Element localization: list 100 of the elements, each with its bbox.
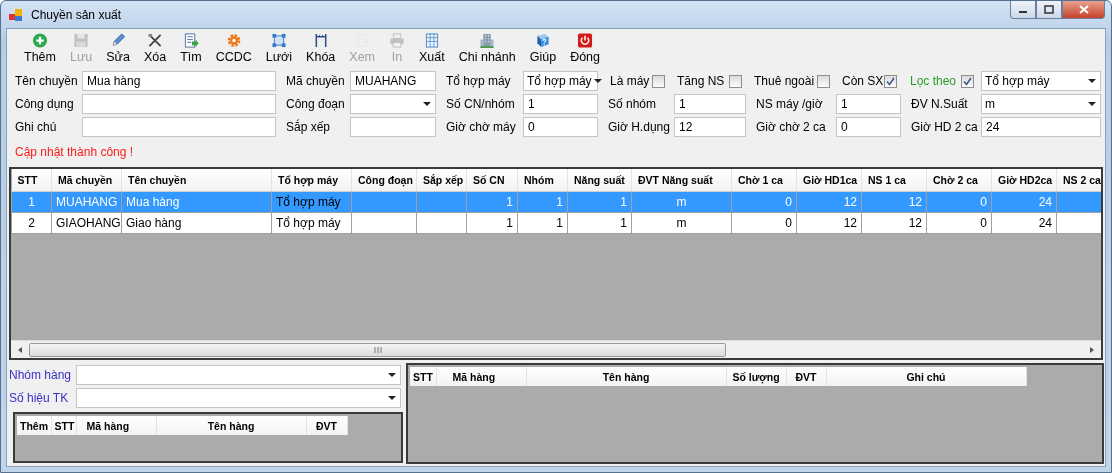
column-header[interactable]: Mã hàng: [76, 416, 156, 435]
dropdown[interactable]: m: [981, 94, 1101, 114]
checkbox[interactable]: [817, 74, 830, 88]
field-label: Giờ HD 2 ca: [910, 120, 979, 134]
table-cell: 12: [908, 216, 922, 230]
column-header[interactable]: Số lượng: [726, 367, 786, 386]
table-cell: Tổ hợp máy: [276, 216, 341, 230]
toolbar-button[interactable]: CCDC: [208, 33, 259, 67]
table-cell: m: [676, 216, 687, 230]
column-header[interactable]: ĐVT: [786, 367, 826, 386]
text-field[interactable]: Mua hàng: [82, 71, 276, 91]
column-header[interactable]: Giờ HD1ca: [796, 169, 862, 192]
column-header[interactable]: STT: [11, 169, 52, 192]
field-label: Công đoạn: [285, 97, 346, 111]
column-header[interactable]: ĐVT: [306, 416, 347, 435]
text-field[interactable]: 0: [836, 117, 901, 137]
table-row[interactable]: 2 GIAOHANG Giao hàng Tổ hợp máy 1 1 1 m 0 12 12 0 24: [11, 212, 1101, 234]
column-header[interactable]: Tên hàng: [526, 367, 726, 386]
column-header[interactable]: STT: [410, 367, 436, 386]
column-header[interactable]: Tổ hợp máy: [271, 169, 352, 192]
grip-icon: [373, 346, 382, 353]
close-button[interactable]: [1062, 1, 1105, 19]
column-header[interactable]: Giờ HD2ca: [991, 169, 1057, 192]
scroll-left-icon[interactable]: [16, 345, 24, 354]
minimize-button[interactable]: [1010, 1, 1036, 19]
column-header[interactable]: ĐVT Năng suất: [631, 169, 732, 192]
toolbar-button[interactable]: Sửa: [99, 33, 137, 67]
column-header[interactable]: Công đoạn: [351, 169, 417, 192]
column-header[interactable]: Chờ 2 ca: [926, 169, 992, 192]
toolbar-button[interactable]: Xuất: [412, 33, 452, 67]
toolbar-button[interactable]: Thêm: [17, 33, 63, 67]
table-cell: 1: [28, 195, 35, 209]
table-cell: GIAOHANG: [56, 216, 121, 230]
table-cell: 1: [620, 195, 627, 209]
column-header[interactable]: Số CN: [466, 169, 518, 192]
column-header[interactable]: Thêm: [17, 416, 51, 435]
text-field[interactable]: MUAHANG: [350, 71, 436, 91]
column-header[interactable]: Mã chuyền: [51, 169, 122, 192]
column-header[interactable]: NS 2 ca: [1056, 169, 1101, 192]
checkbox[interactable]: [884, 74, 897, 88]
table-cell: 12: [843, 216, 857, 230]
dropdown-caret-icon: [388, 395, 396, 401]
checkbox[interactable]: [961, 74, 974, 88]
column-header[interactable]: Tên chuyền: [121, 169, 272, 192]
column-header[interactable]: Nhóm: [517, 169, 568, 192]
toolbar-button[interactable]: Đóng: [563, 33, 607, 67]
text-field[interactable]: [350, 117, 436, 137]
dropdown[interactable]: [350, 94, 436, 114]
dropdown[interactable]: [76, 388, 401, 408]
column-header[interactable]: STT: [51, 416, 76, 435]
text-field[interactable]: 12: [674, 117, 746, 137]
toolbar-button[interactable]: Tìm: [173, 33, 209, 67]
toolbar-button[interactable]: Giúp: [522, 33, 564, 67]
text-field[interactable]: 1: [836, 94, 901, 114]
column-header[interactable]: NS 1 ca: [861, 169, 927, 192]
text-field[interactable]: 1: [674, 94, 746, 114]
maximize-button[interactable]: [1036, 1, 1062, 19]
pencil-icon: [110, 33, 127, 48]
column-header[interactable]: Chờ 1 ca: [731, 169, 797, 192]
table-cell: 0: [785, 195, 792, 209]
dropdown-caret-icon: [1088, 101, 1096, 107]
column-header[interactable]: Năng suất: [567, 169, 632, 192]
toolbar-button[interactable]: Lưới: [258, 33, 300, 67]
text-field[interactable]: [82, 94, 276, 114]
table-cell: 1: [506, 195, 513, 209]
scrollbar-thumb[interactable]: [29, 342, 726, 357]
checkbox[interactable]: [729, 74, 742, 88]
field-label: Sắp xếp: [285, 120, 332, 134]
column-header[interactable]: Ghi chú: [826, 367, 1026, 386]
table-cell: m: [676, 195, 687, 209]
window-title: Chuyền sản xuất: [31, 7, 122, 22]
scroll-right-icon[interactable]: [1088, 345, 1096, 354]
maximize-icon: [1044, 5, 1054, 14]
toolbar-button[interactable]: Khóa: [299, 33, 343, 67]
dropdown[interactable]: Tổ hợp máy: [981, 71, 1101, 91]
table-cell: 24: [1038, 195, 1052, 209]
table-row[interactable]: 1 MUAHANG Mua hàng Tổ hợp máy 1 1 1 m 0 12 12 0 24: [11, 191, 1101, 213]
text-field[interactable]: [82, 117, 276, 137]
column-header[interactable]: Mã hàng: [436, 367, 526, 386]
field-label: Ghi chú: [15, 120, 58, 134]
dropdown-caret-icon: [388, 372, 396, 378]
toolbar-button[interactable]: Xóa: [136, 33, 174, 67]
table-cell: 24: [1038, 216, 1052, 230]
toolbar-button[interactable]: Chi nhánh: [451, 33, 523, 67]
close-icon: [1078, 5, 1089, 14]
dropdown-caret-icon: [1088, 78, 1096, 84]
column-header[interactable]: Sắp xếp: [416, 169, 467, 192]
status-message: Cập nhật thành công !: [15, 145, 134, 159]
text-field[interactable]: 1: [523, 94, 598, 114]
checkbox[interactable]: [652, 74, 665, 88]
field-label: Tăng NS: [676, 74, 726, 88]
table-cell: 2: [28, 216, 35, 230]
horizontal-scrollbar[interactable]: [11, 340, 1101, 358]
column-header[interactable]: Tên hàng: [156, 416, 306, 435]
field-label: Số nhóm: [607, 97, 658, 111]
table-cell: Giao hàng: [126, 216, 182, 230]
dropdown-caret-icon: [423, 101, 431, 107]
text-field[interactable]: 24: [981, 117, 1101, 137]
text-field[interactable]: 0: [523, 117, 598, 137]
dropdown[interactable]: [76, 365, 401, 385]
